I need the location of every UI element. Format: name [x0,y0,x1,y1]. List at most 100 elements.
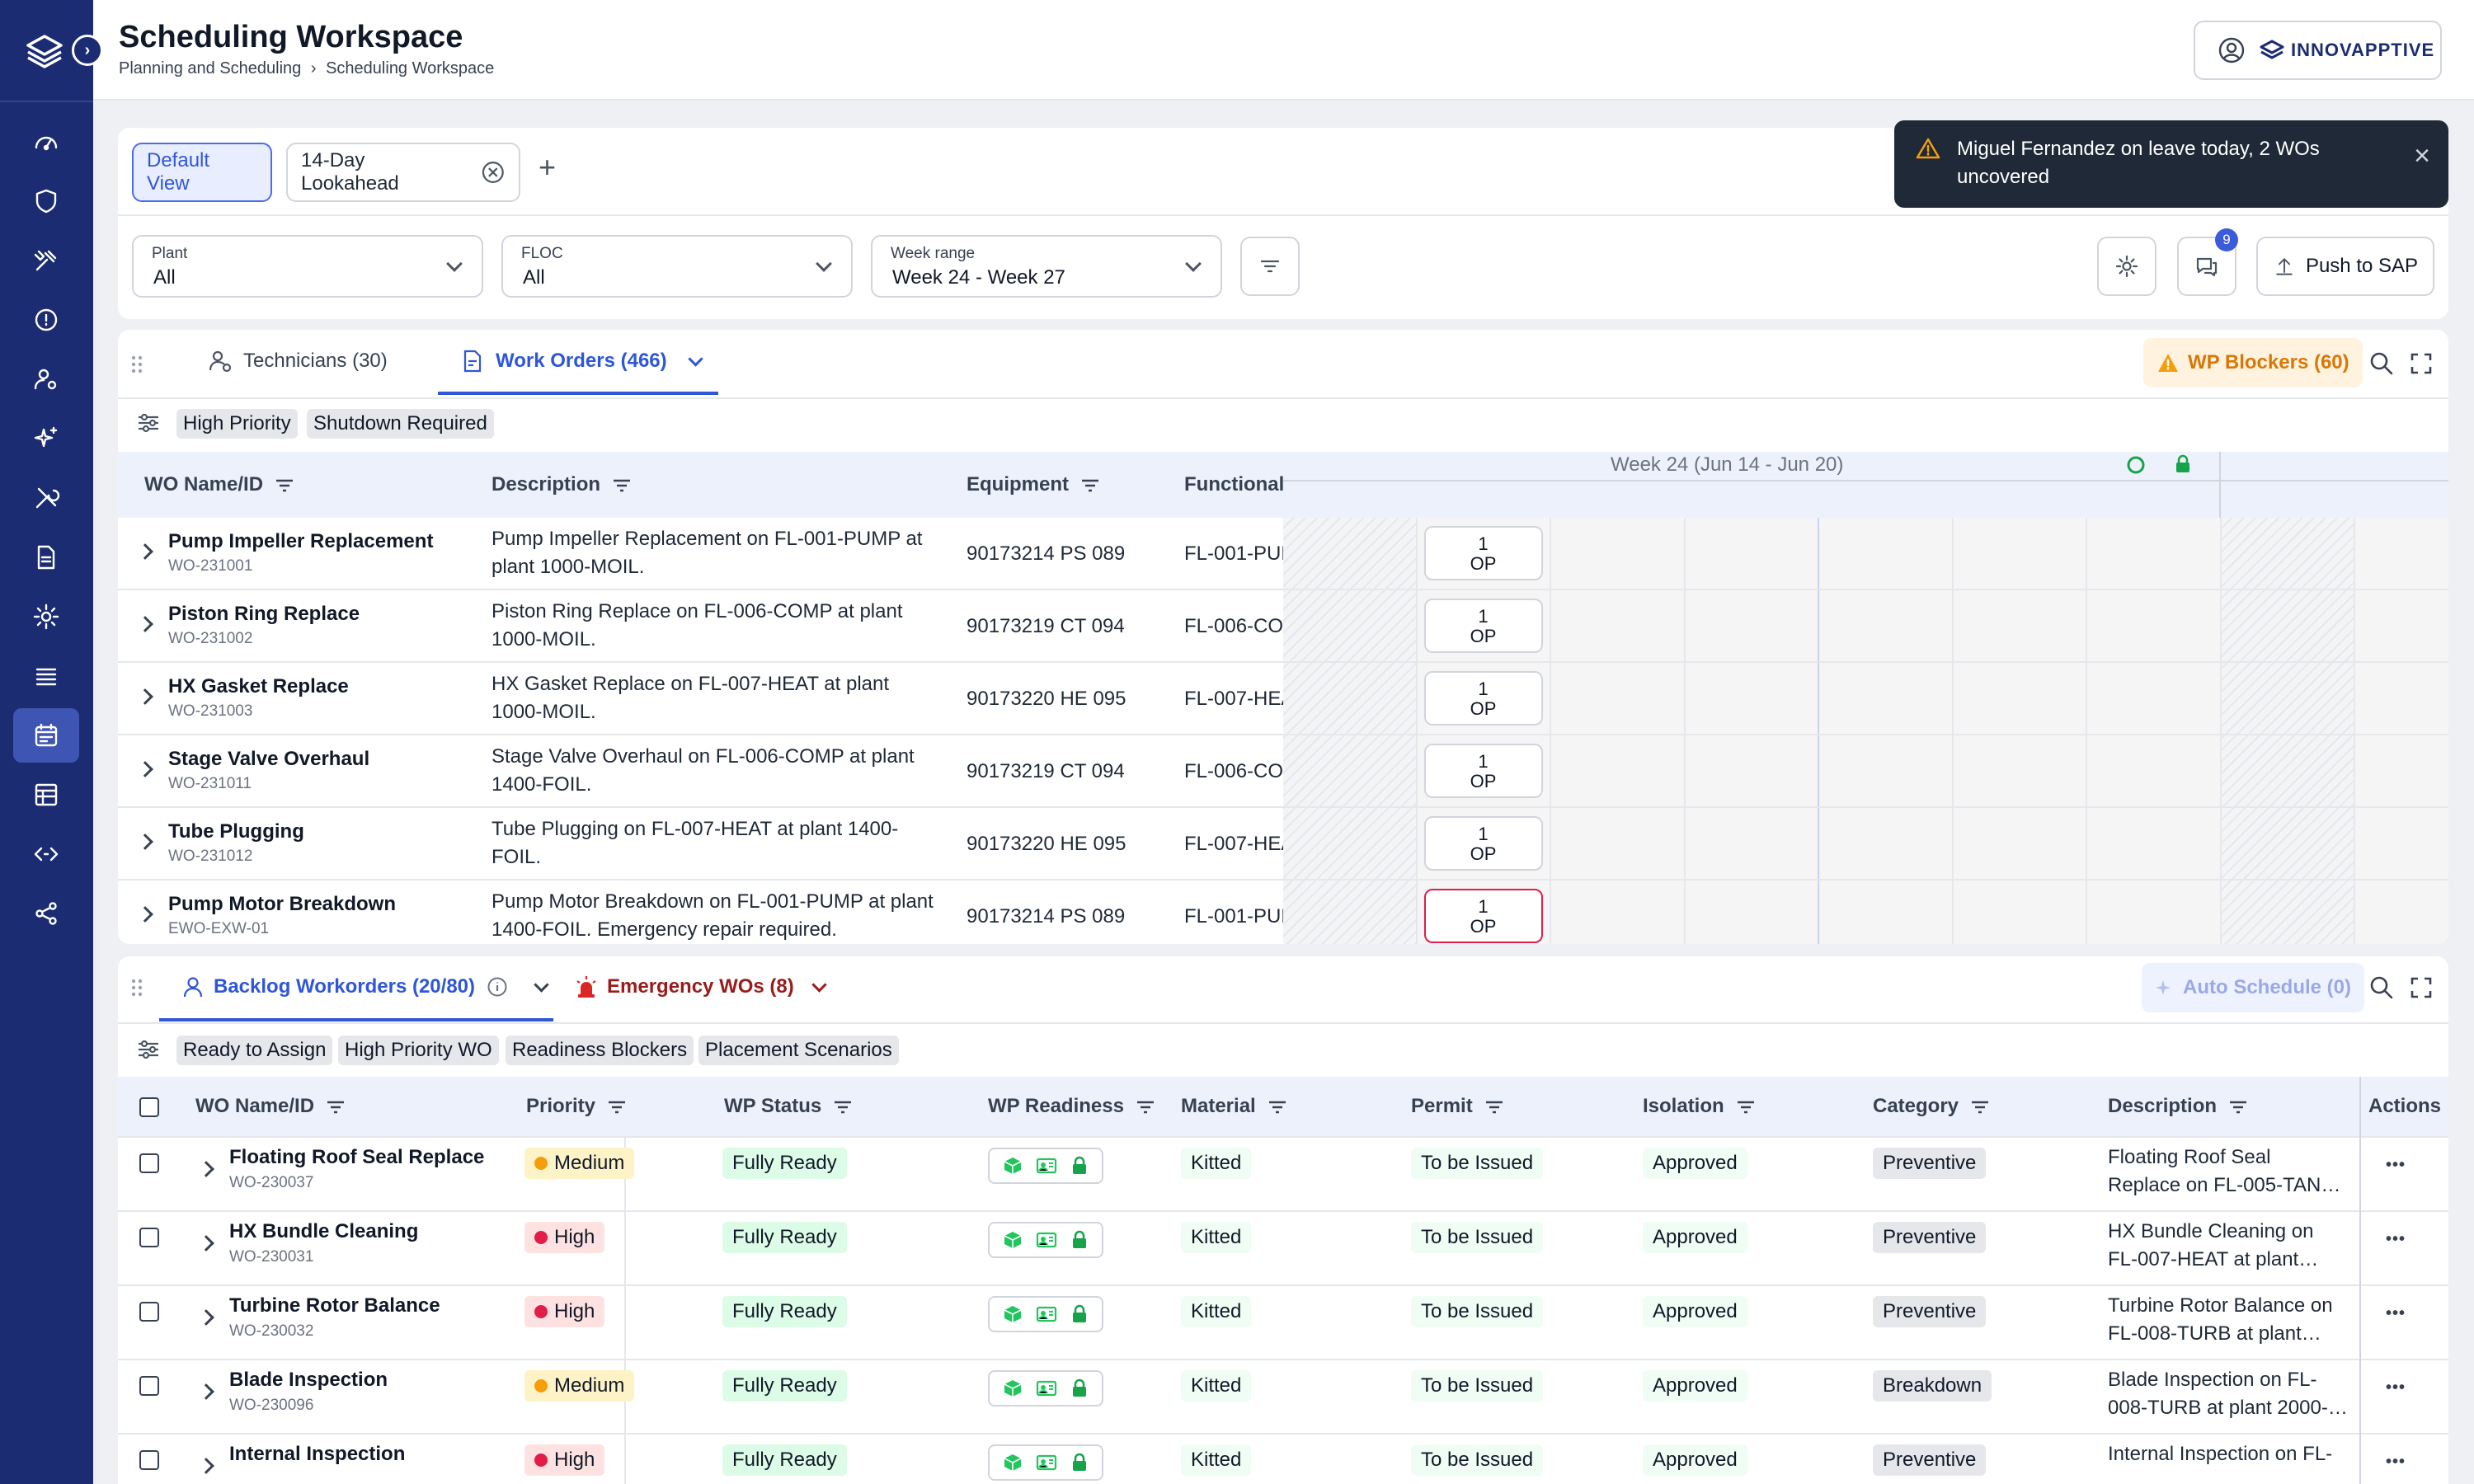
table-row[interactable]: Tube Plugging WO-231012 Tube Plugging on F… [118,808,1283,881]
tab-14-day-lookahead[interactable]: 14-Day Lookahead [286,143,520,202]
row-checkbox[interactable] [139,1153,159,1173]
gear-icon[interactable] [13,589,79,644]
expand-row-icon[interactable] [137,543,153,560]
row-actions-menu[interactable]: ••• [2386,1304,2406,1323]
chevron-down-icon[interactable] [687,350,703,367]
filter-pill-placement-scenarios[interactable]: Placement Scenarios [698,1036,899,1065]
tools-icon[interactable] [13,233,79,288]
filter-icon[interactable] [1136,1099,1155,1115]
table-row[interactable]: Pump Motor Breakdown EWO-EXW-01 Pump Motor… [118,881,1283,944]
operation-block[interactable]: 1 OP [1423,816,1543,871]
document-icon[interactable] [13,530,79,585]
filter-icon[interactable] [1268,1099,1287,1115]
dashboard-icon[interactable] [13,115,79,169]
table-row[interactable]: Pump Impeller Replacement WO-231001 Pump I… [118,518,1283,590]
week-range-dropdown[interactable]: Week range Week 24 - Week 27 [871,235,1222,298]
sparkle-icon[interactable] [13,411,79,466]
expand-row-icon[interactable] [137,688,153,705]
wo-name[interactable]: Pump Motor Breakdown [168,893,396,916]
wo-name[interactable]: Blade Inspection [229,1369,388,1392]
operation-block[interactable]: 1 OP [1423,889,1543,943]
operation-block[interactable]: 1 OP [1423,599,1543,653]
expand-row-icon[interactable] [137,761,153,777]
drag-handle-icon[interactable] [130,355,143,374]
row-checkbox[interactable] [139,1228,159,1247]
row-checkbox[interactable] [139,1450,159,1470]
filter-icon[interactable] [607,1099,627,1115]
row-checkbox[interactable] [139,1302,159,1322]
select-all-checkbox[interactable] [139,1097,159,1117]
col-permit[interactable]: Permit [1411,1095,1504,1118]
expand-row-icon[interactable] [137,906,153,923]
settings-button[interactable] [2097,237,2157,296]
calendar-icon[interactable] [13,708,79,763]
tab-emergency-wos[interactable]: Emergency WOs (8) [574,974,827,999]
tab-work-orders[interactable]: Work Orders (466) [459,348,703,374]
floc-dropdown[interactable]: FLOC All [501,235,853,298]
expand-row-icon[interactable] [137,834,153,850]
row-actions-menu[interactable]: ••• [2386,1230,2406,1249]
app-logo-icon[interactable] [23,30,66,73]
col-isolation[interactable]: Isolation [1643,1095,1756,1118]
drag-handle-icon[interactable] [130,978,143,998]
tab-default-view[interactable]: Default View [132,143,272,202]
table-row[interactable]: Piston Ring Replace WO-231002 Piston Ring … [118,590,1283,663]
col-description[interactable]: Description [2108,1095,2248,1118]
wrench-icon[interactable] [13,471,79,525]
filter-pill-readiness-blockers[interactable]: Readiness Blockers [506,1036,694,1065]
operation-block[interactable]: 1 OP [1423,744,1543,798]
filter-icon[interactable] [612,477,632,494]
wo-name[interactable]: Turbine Rotor Balance [229,1294,440,1317]
wo-name[interactable]: Internal Inspection [229,1443,405,1466]
wo-name[interactable]: Piston Ring Replace [168,603,360,626]
filter-icon[interactable] [1484,1099,1504,1115]
col-description[interactable]: Description [492,473,632,496]
filter-settings-icon[interactable] [136,1037,161,1062]
col-material[interactable]: Material [1181,1095,1287,1118]
row-actions-menu[interactable]: ••• [2386,1378,2406,1397]
filter-pill-shutdown-required[interactable]: Shutdown Required [307,409,494,439]
row-actions-menu[interactable]: ••• [2386,1453,2406,1472]
col-equipment[interactable]: Equipment [967,473,1100,496]
col-wo-name[interactable]: WO Name/ID [144,473,294,496]
shield-icon[interactable] [13,174,79,228]
filter-pill-ready-to-assign[interactable]: Ready to Assign [176,1036,333,1065]
info-icon[interactable] [487,976,508,998]
row-actions-menu[interactable]: ••• [2386,1156,2406,1175]
operation-block[interactable]: 1 OP [1423,671,1543,726]
fullscreen-icon[interactable] [2410,976,2433,999]
table-row[interactable]: Internal Inspection High Fully Ready Kitted… [118,1435,2448,1484]
col-wo-name[interactable]: WO Name/ID [195,1095,346,1118]
search-icon[interactable] [2368,974,2395,1001]
wo-name[interactable]: HX Bundle Cleaning [229,1220,418,1243]
filter-button[interactable] [1240,237,1300,296]
filter-icon[interactable] [1736,1099,1756,1115]
wo-name[interactable]: HX Gasket Replace [168,675,349,698]
plant-dropdown[interactable]: Plant All [132,235,483,298]
col-functional[interactable]: Functional [1184,473,1284,496]
filter-icon[interactable] [1080,477,1100,494]
expand-sidebar-button[interactable]: › [72,35,103,66]
breadcrumb-parent[interactable]: Planning and Scheduling [119,59,301,77]
filter-icon[interactable] [833,1099,853,1115]
auto-schedule-button[interactable]: Auto Schedule (0) [2142,963,2365,1012]
filter-icon[interactable] [2228,1099,2248,1115]
filter-pill-high-priority-wo[interactable]: High Priority WO [338,1036,499,1065]
wp-blockers-button[interactable]: WP Blockers (60) [2143,338,2363,387]
code-icon[interactable] [13,827,79,881]
table-row[interactable]: Turbine Rotor Balance WO-230032 High Fully … [118,1286,2448,1360]
col-wp-readiness[interactable]: WP Readiness [988,1095,1155,1118]
list-icon[interactable] [13,649,79,703]
col-wp-status[interactable]: WP Status [724,1095,853,1118]
col-priority[interactable]: Priority [526,1095,627,1118]
wo-name[interactable]: Tube Plugging [168,820,304,843]
filter-icon[interactable] [326,1099,346,1115]
row-checkbox[interactable] [139,1376,159,1396]
brand-box[interactable]: INNOVAPPTIVE [2194,21,2442,80]
tab-technicians[interactable]: Technicians (30) [207,348,388,374]
close-toast-button[interactable]: × [2414,142,2430,170]
chevron-down-icon[interactable] [811,976,827,993]
wo-name[interactable]: Floating Roof Seal Replace [229,1146,484,1169]
fullscreen-icon[interactable] [2410,352,2433,375]
table-row[interactable]: Blade Inspection WO-230096 Medium Fully Rea… [118,1360,2448,1435]
